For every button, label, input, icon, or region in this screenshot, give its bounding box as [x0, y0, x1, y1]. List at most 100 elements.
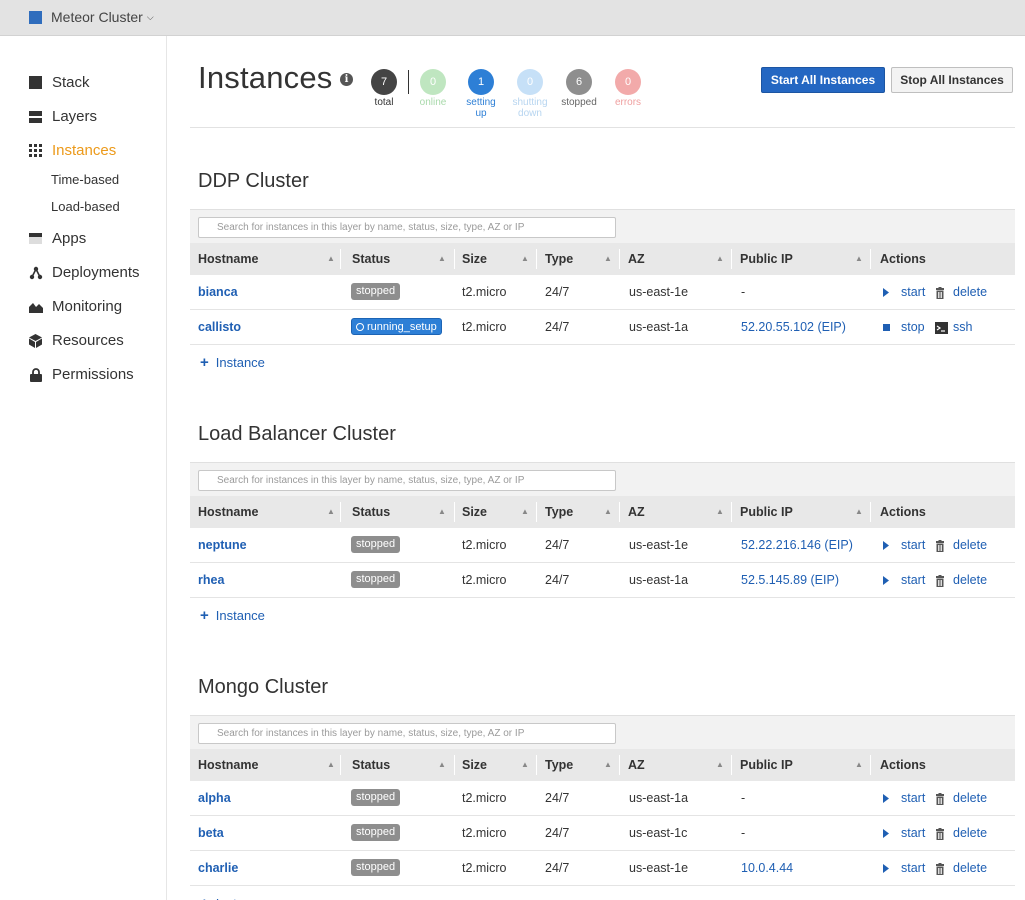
sort-caret-icon[interactable]: ▲ — [521, 243, 529, 275]
add-instance-button[interactable]: + Instance — [200, 607, 265, 624]
add-instance-button[interactable]: + Instance — [200, 354, 265, 371]
sort-caret-icon[interactable]: ▲ — [438, 496, 446, 528]
action-delete-link[interactable]: delete — [953, 528, 987, 563]
action-primary[interactable] — [883, 528, 889, 563]
sort-caret-icon[interactable]: ▲ — [327, 496, 335, 528]
action-start-link[interactable]: start — [901, 528, 925, 563]
sidebar-subitem-load-based[interactable]: Load-based — [51, 199, 120, 214]
sort-caret-icon[interactable]: ▲ — [604, 749, 612, 781]
column-header[interactable]: Public IP — [740, 496, 793, 528]
column-header[interactable]: Status — [352, 749, 390, 781]
action-delete-link[interactable]: delete — [953, 851, 987, 886]
action-secondary-icon-wrap[interactable] — [935, 851, 945, 886]
action-primary[interactable] — [883, 275, 889, 310]
sidebar-item-layers[interactable]: Layers — [28, 108, 97, 125]
hostname-link[interactable]: bianca — [198, 275, 238, 310]
action-delete-link[interactable]: delete — [953, 563, 987, 598]
sidebar-item-deployments[interactable]: Deployments — [28, 264, 140, 281]
layer-search-input[interactable] — [198, 723, 616, 744]
action-secondary-icon-wrap[interactable] — [935, 781, 945, 816]
column-header[interactable]: Public IP — [740, 243, 793, 275]
sort-caret-icon[interactable]: ▲ — [438, 749, 446, 781]
column-header[interactable]: Status — [352, 243, 390, 275]
column-header[interactable]: Actions — [880, 243, 926, 275]
action-secondary-icon-wrap[interactable] — [935, 275, 945, 310]
counter-shutting-down[interactable]: 0 shutting down — [508, 69, 552, 119]
hostname-link[interactable]: callisto — [198, 310, 241, 345]
column-header[interactable]: AZ — [628, 496, 645, 528]
sidebar-subitem-time-based[interactable]: Time-based — [51, 172, 119, 187]
hostname-link[interactable]: neptune — [198, 528, 247, 563]
column-header[interactable]: Type — [545, 496, 573, 528]
hostname-link[interactable]: rhea — [198, 563, 224, 598]
column-header[interactable]: Type — [545, 243, 573, 275]
action-primary[interactable] — [883, 781, 889, 816]
action-secondary-icon-wrap[interactable] — [935, 816, 945, 851]
counter-errors[interactable]: 0 errors — [606, 69, 650, 108]
column-header[interactable]: AZ — [628, 749, 645, 781]
column-header[interactable]: Actions — [880, 749, 926, 781]
action-primary[interactable] — [883, 310, 891, 345]
sort-caret-icon[interactable]: ▲ — [716, 243, 724, 275]
action-delete-link[interactable]: delete — [953, 816, 987, 851]
sort-caret-icon[interactable]: ▲ — [716, 749, 724, 781]
stack-switcher[interactable]: Meteor Cluster ⌵ — [29, 9, 154, 25]
action-primary[interactable] — [883, 816, 889, 851]
action-delete-link[interactable]: delete — [953, 781, 987, 816]
action-stop-link[interactable]: stop — [901, 310, 925, 345]
counter-stopped[interactable]: 6 stopped — [557, 69, 601, 108]
action-delete-link[interactable]: delete — [953, 275, 987, 310]
sort-caret-icon[interactable]: ▲ — [521, 496, 529, 528]
public-ip-cell[interactable]: 52.20.55.102 (EIP) — [741, 310, 846, 345]
action-ssh-link[interactable]: ssh — [953, 310, 972, 345]
column-header[interactable]: Size — [462, 496, 487, 528]
action-start-link[interactable]: start — [901, 851, 925, 886]
action-start-link[interactable]: start — [901, 781, 925, 816]
column-header[interactable]: Type — [545, 749, 573, 781]
column-header[interactable]: Size — [462, 243, 487, 275]
sort-caret-icon[interactable]: ▲ — [438, 243, 446, 275]
action-secondary-icon-wrap[interactable] — [935, 528, 945, 563]
counter-online[interactable]: 0 online — [411, 69, 455, 108]
sort-caret-icon[interactable]: ▲ — [604, 496, 612, 528]
sort-caret-icon[interactable]: ▲ — [855, 749, 863, 781]
public-ip-cell[interactable]: 52.5.145.89 (EIP) — [741, 563, 839, 598]
stop-all-instances-button[interactable]: Stop All Instances — [891, 67, 1013, 93]
layer-search-input[interactable] — [198, 470, 616, 491]
sidebar-item-permissions[interactable]: Permissions — [28, 366, 134, 383]
sidebar-item-monitoring[interactable]: Monitoring — [28, 298, 122, 315]
column-header[interactable]: AZ — [628, 243, 645, 275]
sidebar-item-stack[interactable]: Stack — [28, 74, 90, 91]
column-header[interactable]: Actions — [880, 496, 926, 528]
counter-setting-up[interactable]: 1 setting up — [459, 69, 503, 119]
layer-search-input[interactable] — [198, 217, 616, 238]
public-ip-cell[interactable]: 52.22.216.146 (EIP) — [741, 528, 853, 563]
sort-caret-icon[interactable]: ▲ — [327, 243, 335, 275]
info-icon[interactable]: i — [340, 73, 353, 86]
column-header[interactable]: Hostname — [198, 496, 258, 528]
action-primary[interactable] — [883, 851, 889, 886]
counter-total[interactable]: 7 total — [362, 69, 406, 108]
column-header[interactable]: Status — [352, 496, 390, 528]
hostname-link[interactable]: charlie — [198, 851, 238, 886]
sort-caret-icon[interactable]: ▲ — [855, 243, 863, 275]
add-instance-button[interactable]: + Instance — [200, 895, 265, 900]
column-header[interactable]: Hostname — [198, 749, 258, 781]
action-start-link[interactable]: start — [901, 816, 925, 851]
hostname-link[interactable]: alpha — [198, 781, 231, 816]
sidebar-item-resources[interactable]: Resources — [28, 332, 124, 349]
hostname-link[interactable]: beta — [198, 816, 224, 851]
sidebar-item-instances[interactable]: Instances — [28, 142, 116, 159]
public-ip-cell[interactable]: 10.0.4.44 — [741, 851, 793, 886]
sort-caret-icon[interactable]: ▲ — [521, 749, 529, 781]
action-start-link[interactable]: start — [901, 275, 925, 310]
sort-caret-icon[interactable]: ▲ — [327, 749, 335, 781]
column-header[interactable]: Public IP — [740, 749, 793, 781]
sort-caret-icon[interactable]: ▲ — [855, 496, 863, 528]
sort-caret-icon[interactable]: ▲ — [716, 496, 724, 528]
action-secondary-icon-wrap[interactable] — [935, 310, 948, 345]
action-start-link[interactable]: start — [901, 563, 925, 598]
column-header[interactable]: Size — [462, 749, 487, 781]
action-primary[interactable] — [883, 563, 889, 598]
column-header[interactable]: Hostname — [198, 243, 258, 275]
